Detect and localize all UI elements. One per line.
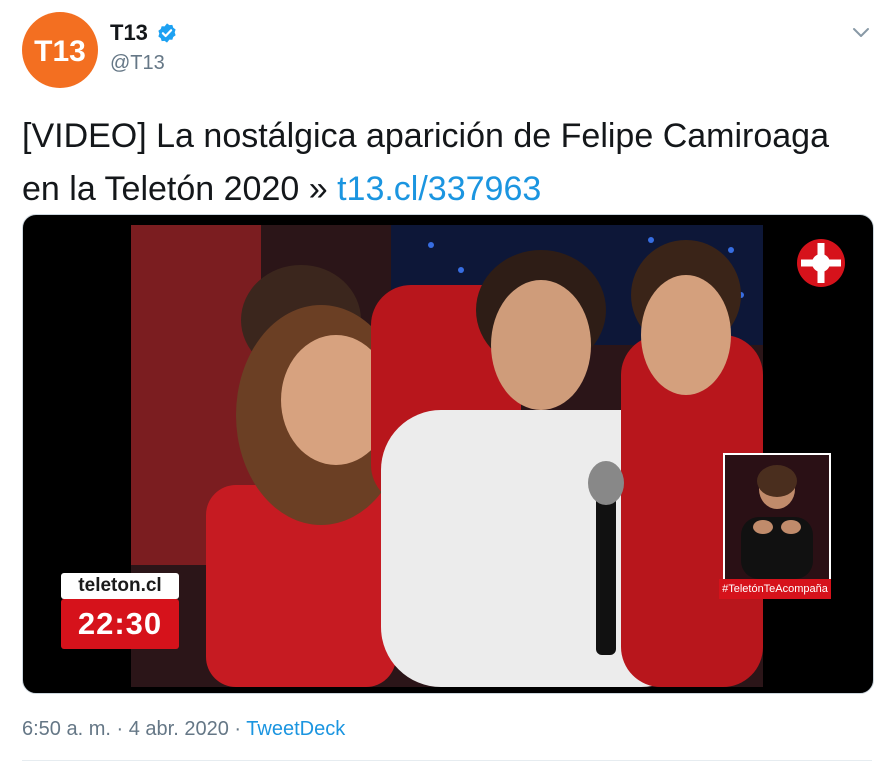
hashtag-banner: #TeletónTeAcompaña [719,579,831,599]
tweet-date[interactable]: 4 abr. 2020 [129,718,229,740]
video-still [131,225,763,687]
teleton-logo-icon [797,239,845,287]
sign-language-interpreter [725,455,829,579]
t13-logo: T13 [34,35,86,68]
avatar[interactable]: T13 [22,12,98,88]
tweet-meta: 6:50 a. m. · 4 abr. 2020 · TweetDeck [22,718,345,741]
chevron-down-icon[interactable] [846,18,876,48]
tweet-source[interactable]: TweetDeck [246,718,345,740]
meta-separator: · [116,718,124,740]
author-display-name[interactable]: T13 [110,20,148,46]
video-frame [131,225,763,687]
tweet-time[interactable]: 6:50 a. m. [22,718,111,740]
svg-text:T13: T13 [34,35,86,68]
sign-language-inset [723,453,831,581]
clock-badge: 22:30 [61,599,179,649]
verified-badge-icon [158,23,176,43]
tweet-link[interactable]: t13.cl/337963 [337,170,541,208]
author-handle[interactable]: @T13 [110,52,165,75]
video-player[interactable]: #TeletónTeAcompaña teleton.cl 22:30 [22,214,874,694]
meta-separator-2: · [234,718,242,740]
site-badge: teleton.cl [61,573,179,599]
author-name-row: T13 [110,20,178,46]
divider [22,760,872,761]
tweet-text: [VIDEO] La nostálgica aparición de Felip… [22,110,872,216]
